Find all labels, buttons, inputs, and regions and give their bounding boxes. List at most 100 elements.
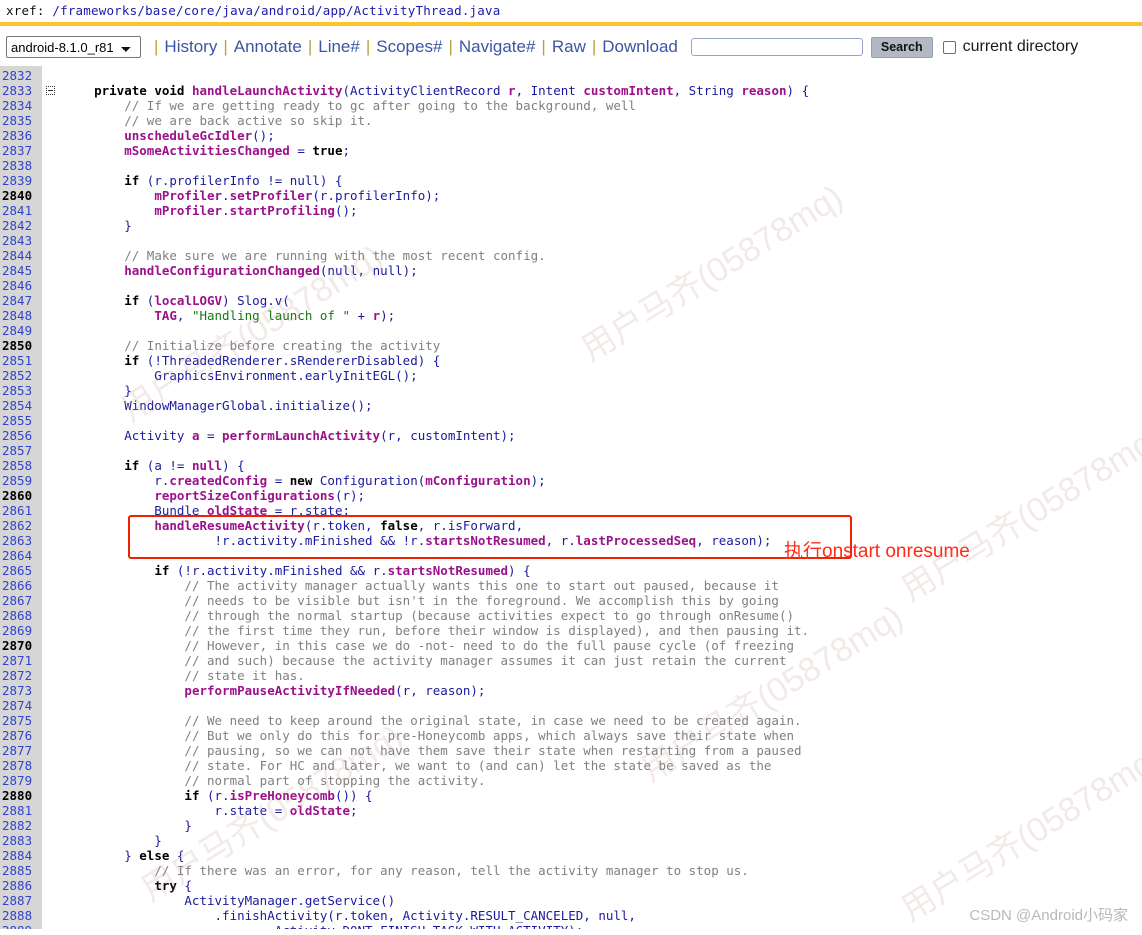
line-number[interactable]: 2871 <box>2 653 42 668</box>
line-number[interactable]: 2840 <box>2 188 42 203</box>
line-number[interactable]: 2834 <box>2 98 42 113</box>
revision-select[interactable]: android-8.1.0_r81 <box>6 36 141 58</box>
fold-row <box>42 173 64 188</box>
fold-row <box>42 248 64 263</box>
line-number[interactable]: 2858 <box>2 458 42 473</box>
line-number[interactable]: 2856 <box>2 428 42 443</box>
line-number[interactable]: 2832 <box>2 68 42 83</box>
code-viewer: 2832 2833 2834 2835 2836 2837 2838 2839 2840 2841… <box>0 65 1142 929</box>
line-number[interactable]: 2848 <box>2 308 42 323</box>
fold-collapse-icon[interactable] <box>46 86 55 95</box>
nav-link-scopes[interactable]: Scopes# <box>375 37 443 57</box>
fold-row <box>42 443 64 458</box>
line-number[interactable]: 2842 <box>2 218 42 233</box>
line-number[interactable]: 2881 <box>2 803 42 818</box>
line-number[interactable]: 2838 <box>2 158 42 173</box>
nav-separator-6: | <box>591 37 597 56</box>
code-line: // and such) because the activity manage… <box>184 653 787 668</box>
line-number[interactable]: 2836 <box>2 128 42 143</box>
nav-link-raw[interactable]: Raw <box>551 37 587 57</box>
line-number[interactable]: 2885 <box>2 863 42 878</box>
line-number[interactable]: 2844 <box>2 248 42 263</box>
code-line: } <box>64 218 132 233</box>
line-number[interactable]: 2872 <box>2 668 42 683</box>
code-line: TAG, "Handling launch of " + r); <box>154 308 396 323</box>
search-button[interactable]: Search <box>870 36 933 58</box>
line-number[interactable]: 2853 <box>2 383 42 398</box>
line-number[interactable]: 2847 <box>2 293 42 308</box>
line-number[interactable]: 2862 <box>2 518 42 533</box>
code-line: performPauseActivityIfNeeded(r, reason); <box>184 683 486 698</box>
line-number[interactable]: 2852 <box>2 368 42 383</box>
line-number[interactable]: 2875 <box>2 713 42 728</box>
line-number[interactable]: 2863 <box>2 533 42 548</box>
line-number[interactable]: 2889 <box>2 923 42 929</box>
fold-row <box>42 848 64 863</box>
code-line: r.createdConfig = new Configuration(mCon… <box>64 473 546 488</box>
line-number[interactable]: 2876 <box>2 728 42 743</box>
nav-link-navigate[interactable]: Navigate# <box>458 37 537 57</box>
line-number[interactable]: 2859 <box>2 473 42 488</box>
line-number[interactable]: 2873 <box>2 683 42 698</box>
line-number[interactable]: 2849 <box>2 323 42 338</box>
fold-row <box>42 203 64 218</box>
line-number[interactable]: 2880 <box>2 788 42 803</box>
line-number[interactable]: 2869 <box>2 623 42 638</box>
line-number[interactable]: 2837 <box>2 143 42 158</box>
fold-row <box>42 518 64 533</box>
line-number[interactable]: 2854 <box>2 398 42 413</box>
line-number[interactable]: 2845 <box>2 263 42 278</box>
search-input[interactable] <box>690 38 863 56</box>
line-number[interactable]: 2866 <box>2 578 42 593</box>
line-number[interactable]: 2882 <box>2 818 42 833</box>
nav-link-line-number[interactable]: Line# <box>317 37 361 57</box>
line-number[interactable]: 2851 <box>2 353 42 368</box>
line-number[interactable]: 2877 <box>2 743 42 758</box>
code-line: } else { <box>64 848 185 863</box>
code-fold-column[interactable] <box>42 66 64 929</box>
line-number[interactable]: 2841 <box>2 203 42 218</box>
line-number[interactable]: 2861 <box>2 503 42 518</box>
fold-row <box>42 593 64 608</box>
line-number[interactable]: 2888 <box>2 908 42 923</box>
line-number[interactable]: 2886 <box>2 878 42 893</box>
line-number[interactable]: 2839 <box>2 173 42 188</box>
line-number[interactable]: 2870 <box>2 638 42 653</box>
line-number[interactable]: 2878 <box>2 758 42 773</box>
line-number[interactable]: 2833 <box>2 83 42 98</box>
nav-link-download[interactable]: Download <box>601 37 679 57</box>
code-line: Activity a = performLaunchActivity(r, cu… <box>64 428 516 443</box>
line-number[interactable]: 2846 <box>2 278 42 293</box>
line-number[interactable]: 2874 <box>2 698 42 713</box>
line-number[interactable]: 2887 <box>2 893 42 908</box>
line-number[interactable]: 2855 <box>2 413 42 428</box>
line-number[interactable]: 2868 <box>2 608 42 623</box>
nav-link-annotate[interactable]: Annotate <box>233 37 303 57</box>
fold-row <box>42 683 64 698</box>
line-number[interactable]: 2879 <box>2 773 42 788</box>
source-code-body[interactable]: private void handleLaunchActivity(Activi… <box>64 66 1142 929</box>
line-number[interactable]: 2884 <box>2 848 42 863</box>
line-number[interactable]: 2860 <box>2 488 42 503</box>
line-number[interactable]: 2835 <box>2 113 42 128</box>
code-line: // pausing, so we can not have them save… <box>184 743 802 758</box>
line-number[interactable]: 2857 <box>2 443 42 458</box>
line-number[interactable]: 2850 <box>2 338 42 353</box>
line-number[interactable]: 2843 <box>2 233 42 248</box>
fold-row <box>42 623 64 638</box>
fold-row <box>42 488 64 503</box>
nav-link-history[interactable]: History <box>163 37 218 57</box>
fold-row <box>42 263 64 278</box>
line-number[interactable]: 2867 <box>2 593 42 608</box>
fold-row <box>42 548 64 563</box>
current-directory-checkbox[interactable] <box>942 40 956 54</box>
line-number[interactable]: 2883 <box>2 833 42 848</box>
code-line: if (!r.activity.mFinished && r.startsNot… <box>154 563 531 578</box>
code-line: // normal part of stopping the activity. <box>184 773 486 788</box>
line-number-gutter[interactable]: 2832 2833 2834 2835 2836 2837 2838 2839 2840 2841… <box>0 66 42 929</box>
line-number[interactable]: 2864 <box>2 548 42 563</box>
line-number[interactable]: 2865 <box>2 563 42 578</box>
